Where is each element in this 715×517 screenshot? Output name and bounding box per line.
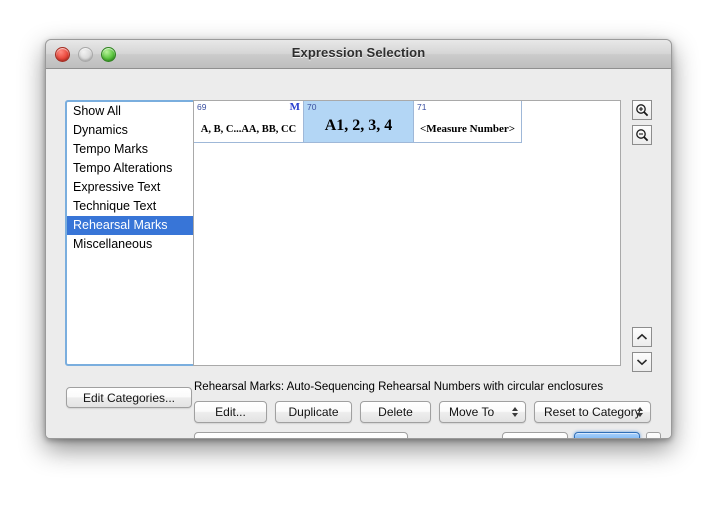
measure-number-label: 70 bbox=[307, 102, 317, 112]
stepper-arrows-icon bbox=[651, 438, 657, 439]
edit-categories-button[interactable]: Edit Categories... bbox=[66, 387, 192, 408]
measure-number-label: 69 bbox=[197, 102, 207, 112]
scroll-down-button[interactable] bbox=[632, 352, 652, 372]
category-item-rehearsal-marks[interactable]: Rehearsal Marks bbox=[67, 216, 194, 235]
expression-selection-window: Expression Selection Show All Dynamics T… bbox=[45, 39, 672, 439]
reset-to-category-popup[interactable]: Reset to Category bbox=[534, 401, 651, 423]
assign-button[interactable]: Assign bbox=[574, 432, 640, 438]
category-item-miscellaneous[interactable]: Miscellaneous bbox=[67, 235, 194, 254]
delete-button[interactable]: Delete bbox=[360, 401, 431, 423]
expression-text: A, B, C...AA, BB, CC bbox=[200, 124, 297, 135]
measure-marker-label: M bbox=[289, 101, 300, 113]
category-list[interactable]: Show All Dynamics Tempo Marks Tempo Alte… bbox=[65, 100, 196, 366]
stepper-arrows-icon bbox=[637, 407, 643, 417]
assign-options-stepper[interactable] bbox=[646, 432, 661, 439]
scroll-up-button[interactable] bbox=[632, 327, 652, 347]
zoom-out-icon bbox=[636, 129, 649, 142]
reset-to-category-label: Reset to Category bbox=[544, 405, 641, 419]
category-item-show-all[interactable]: Show All bbox=[67, 102, 194, 121]
category-item-tempo-marks[interactable]: Tempo Marks bbox=[67, 140, 194, 159]
window-title: Expression Selection bbox=[291, 45, 426, 60]
chevron-down-icon bbox=[636, 359, 648, 366]
measure-cell-71[interactable]: 71 <Measure Number> bbox=[414, 101, 522, 143]
move-to-popup[interactable]: Move To bbox=[439, 401, 526, 423]
expression-text: A1, 2, 3, 4 bbox=[324, 117, 393, 134]
zoom-in-icon bbox=[636, 104, 649, 117]
expression-text: <Measure Number> bbox=[419, 123, 516, 135]
measure-row: 69 M A, B, C...AA, BB, CC 70 A1, 2, 3, 4… bbox=[194, 101, 522, 143]
dialog-content: Show All Dynamics Tempo Marks Tempo Alte… bbox=[46, 69, 671, 438]
duplicate-button[interactable]: Duplicate bbox=[275, 401, 352, 423]
cancel-button[interactable]: Cancel bbox=[502, 432, 568, 438]
move-to-label: Move To bbox=[449, 405, 495, 419]
measure-cell-69[interactable]: 69 M A, B, C...AA, BB, CC bbox=[194, 101, 304, 143]
expression-preview-panel[interactable]: 69 M A, B, C...AA, BB, CC 70 A1, 2, 3, 4… bbox=[193, 100, 621, 366]
category-item-technique-text[interactable]: Technique Text bbox=[67, 197, 194, 216]
edit-button[interactable]: Edit... bbox=[194, 401, 267, 423]
category-item-expressive-text[interactable]: Expressive Text bbox=[67, 178, 194, 197]
stepper-arrows-icon bbox=[512, 407, 518, 417]
expression-operations-row: Edit... Duplicate Delete Move To Reset t… bbox=[194, 401, 651, 423]
create-rehearsal-mark-button[interactable]: Create Rehearsal Mark... bbox=[194, 432, 408, 438]
measure-number-label: 71 bbox=[417, 102, 427, 112]
chevron-up-icon bbox=[636, 333, 648, 340]
selection-description: Rehearsal Marks: Auto-Sequencing Rehears… bbox=[194, 381, 604, 393]
window-titlebar[interactable]: Expression Selection bbox=[46, 40, 671, 69]
zoom-out-button[interactable] bbox=[632, 125, 652, 145]
zoom-in-button[interactable] bbox=[632, 100, 652, 120]
measure-cell-70[interactable]: 70 A1, 2, 3, 4 bbox=[304, 101, 414, 143]
category-item-tempo-alterations[interactable]: Tempo Alterations bbox=[67, 159, 194, 178]
category-item-dynamics[interactable]: Dynamics bbox=[67, 121, 194, 140]
